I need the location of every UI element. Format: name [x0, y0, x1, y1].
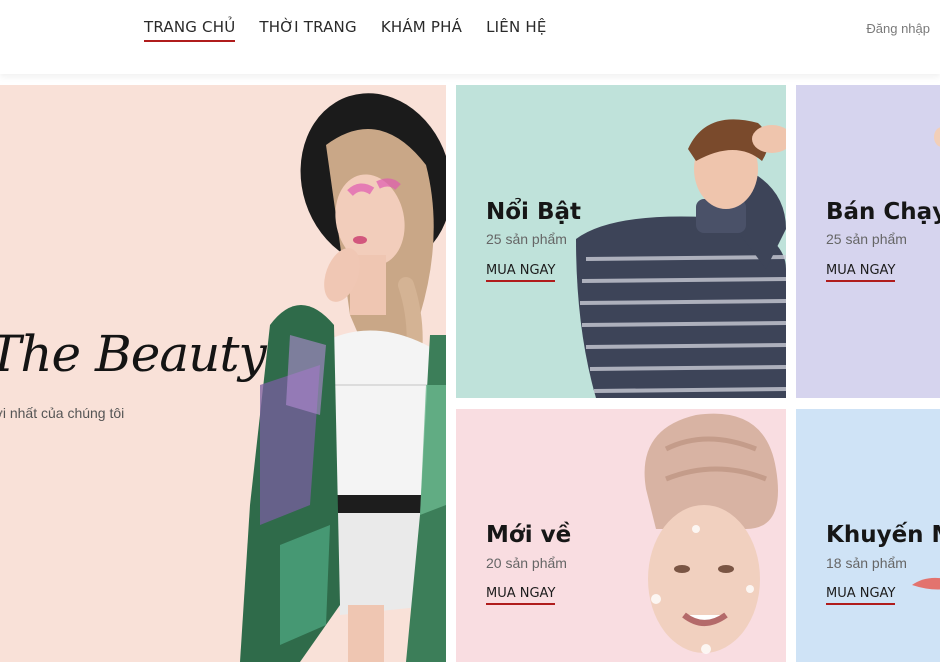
shop-now-button[interactable]: MUA NGAY	[486, 586, 556, 605]
hero-subtitle: mới nhất của chúng tôi	[0, 405, 125, 421]
shop-now-button[interactable]: MUA NGAY	[826, 586, 896, 605]
nav-item-thoi-trang[interactable]: THỜI TRANG	[259, 18, 356, 42]
nav-item-lien-he[interactable]: LIÊN HỆ	[486, 18, 546, 42]
main-nav: TRANG CHỦ THỜI TRANG KHÁM PHÁ LIÊN HỆ	[144, 18, 547, 42]
product-image	[912, 577, 940, 590]
shop-now-button[interactable]: MUA NGAY	[826, 263, 896, 282]
category-count: 20 sản phẩm	[486, 555, 567, 571]
hero-title: The Beauty	[0, 325, 267, 383]
category-title: Nổi Bật	[486, 199, 581, 225]
login-link[interactable]: Đăng nhập	[866, 21, 930, 36]
shop-now-button[interactable]: MUA NGAY	[486, 263, 556, 282]
category-title: Bán Chạy	[826, 199, 940, 225]
category-count: 25 sản phẩm	[826, 231, 907, 247]
category-title: Khuyến M	[826, 522, 940, 548]
category-count: 25 sản phẩm	[486, 231, 567, 247]
category-card-ban-chay[interactable]: Bán Chạy 25 sản phẩm MUA NGAY	[796, 85, 940, 398]
male-model-image	[576, 119, 786, 398]
hero-banner: The Beauty mới nhất của chúng tôi	[0, 85, 446, 662]
category-title: Mới về	[486, 522, 572, 548]
category-card-moi-ve[interactable]: Mới về 20 sản phẩm MUA NGAY	[456, 409, 786, 662]
category-count: 18 sản phẩm	[826, 555, 907, 571]
nav-item-trang-chu[interactable]: TRANG CHỦ	[144, 18, 236, 42]
product-image	[934, 127, 940, 147]
category-card-noi-bat[interactable]: Nổi Bật 25 sản phẩm MUA NGAY	[456, 85, 786, 398]
site-header: TRANG CHỦ THỜI TRANG KHÁM PHÁ LIÊN HỆ Đă…	[0, 0, 940, 74]
category-card-khuyen-mai[interactable]: Khuyến M 18 sản phẩm MUA NGAY	[796, 409, 940, 662]
nav-item-kham-pha[interactable]: KHÁM PHÁ	[381, 18, 462, 42]
female-model-towel-image	[644, 413, 778, 654]
